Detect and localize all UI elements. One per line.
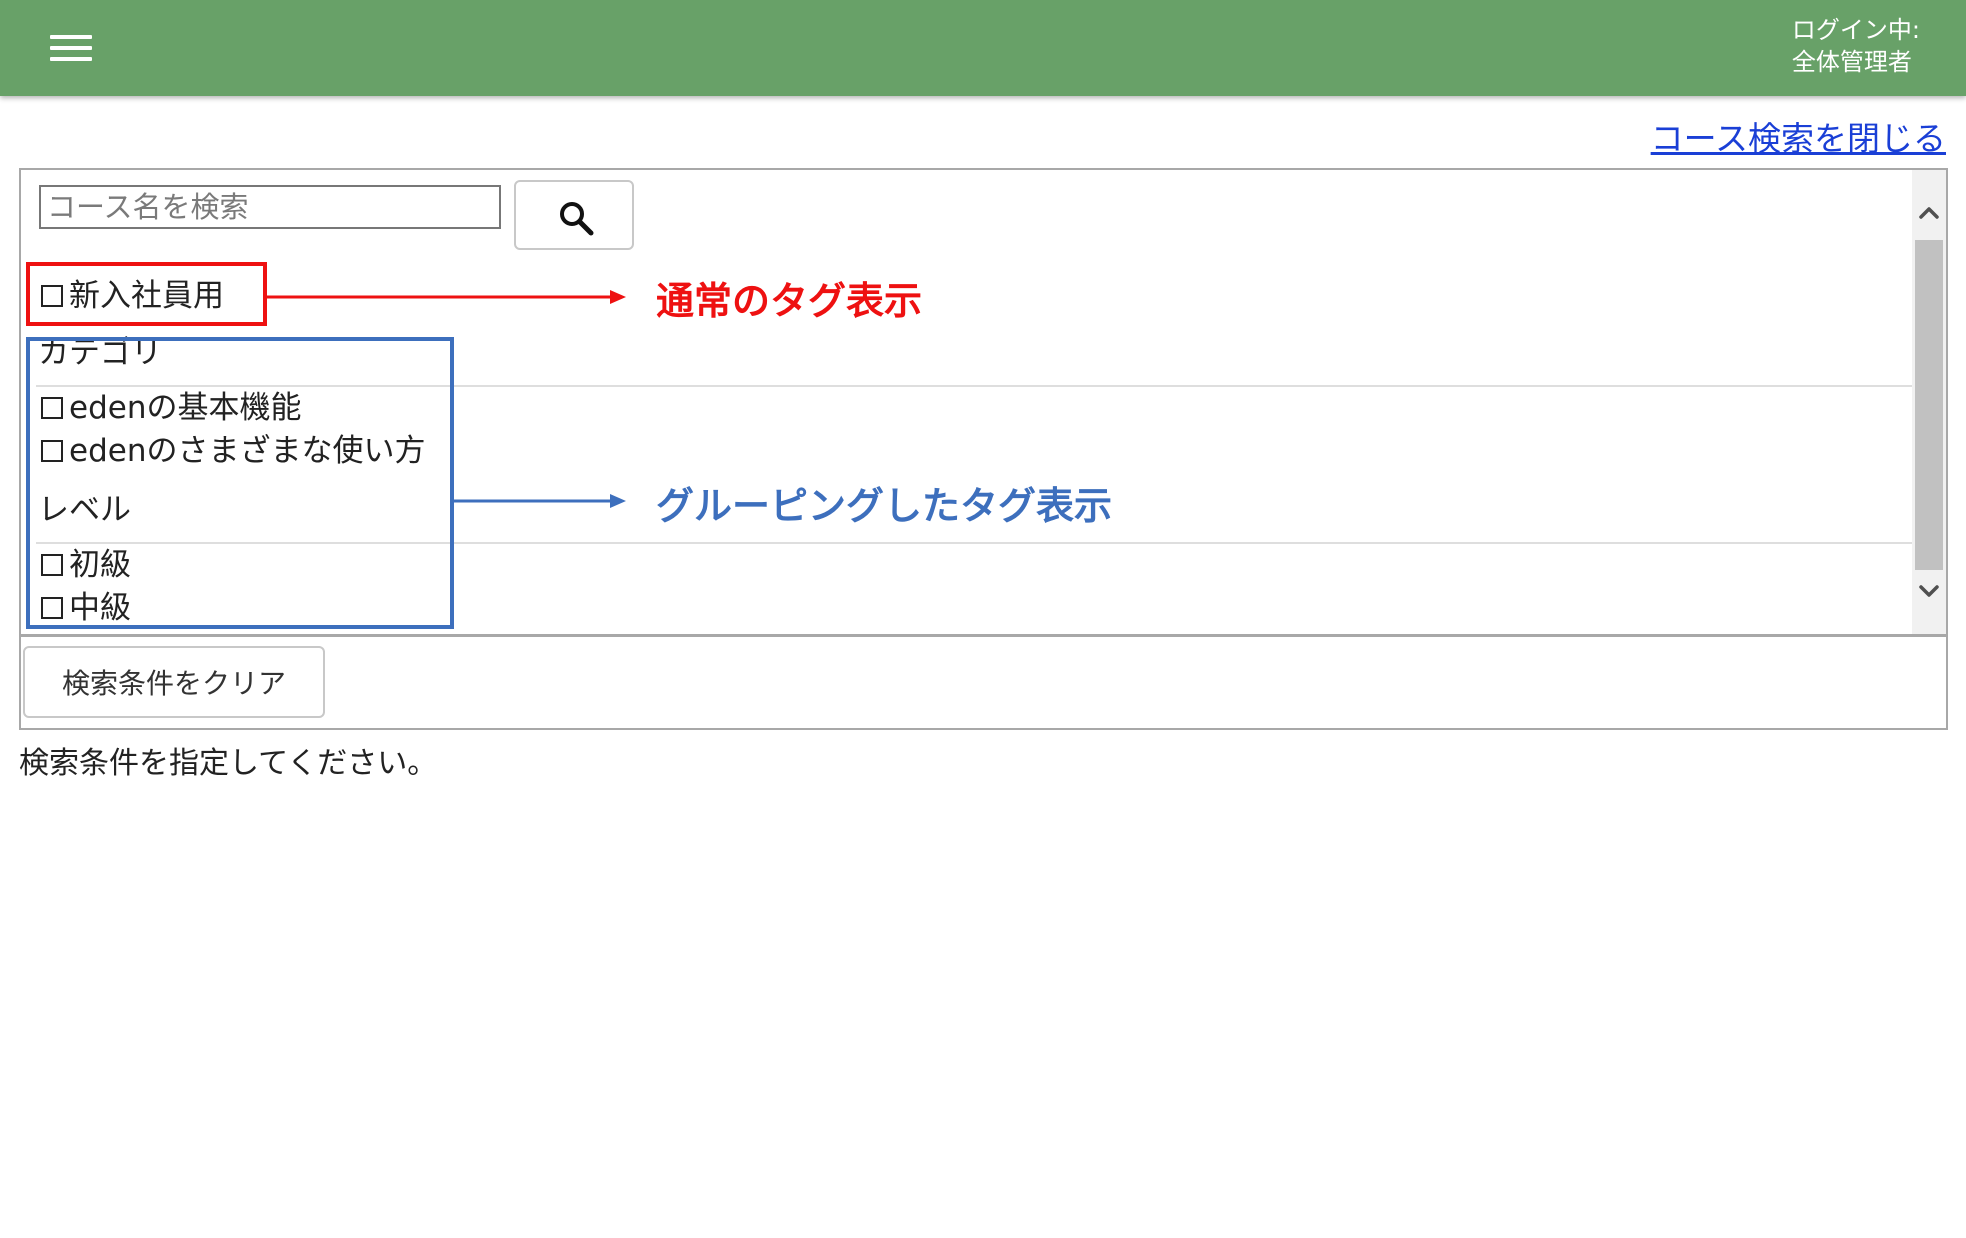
status-message: 検索条件を指定してください。 bbox=[19, 746, 438, 781]
course-name-search-input[interactable] bbox=[39, 185, 501, 229]
annotation-label-normal-tag: 通常のタグ表示 bbox=[656, 279, 923, 323]
login-user-name: 全体管理者 bbox=[1791, 48, 1912, 76]
annotation-grouped-tag-box bbox=[26, 337, 454, 629]
login-status-label: ログイン中: bbox=[1791, 16, 1920, 44]
annotation-normal-tag-box bbox=[26, 262, 267, 326]
hamburger-menu-icon[interactable] bbox=[50, 33, 92, 63]
panel-divider bbox=[21, 634, 1946, 637]
scrollbar-thumb[interactable] bbox=[1915, 240, 1943, 570]
scrollbar[interactable] bbox=[1912, 170, 1946, 634]
app-header: ログイン中: 全体管理者 bbox=[0, 0, 1966, 96]
close-course-search-link[interactable]: コース検索を閉じる bbox=[1651, 112, 1946, 160]
search-button[interactable] bbox=[514, 180, 634, 250]
search-icon bbox=[560, 202, 594, 236]
scroll-up-icon[interactable] bbox=[1912, 196, 1946, 230]
clear-conditions-button[interactable]: 検索条件をクリア bbox=[23, 646, 325, 718]
annotation-label-grouped-tag: グルーピングしたタグ表示 bbox=[656, 484, 1113, 528]
login-info: ログイン中: 全体管理者 bbox=[1792, 14, 1920, 78]
scroll-down-icon[interactable] bbox=[1912, 574, 1946, 608]
